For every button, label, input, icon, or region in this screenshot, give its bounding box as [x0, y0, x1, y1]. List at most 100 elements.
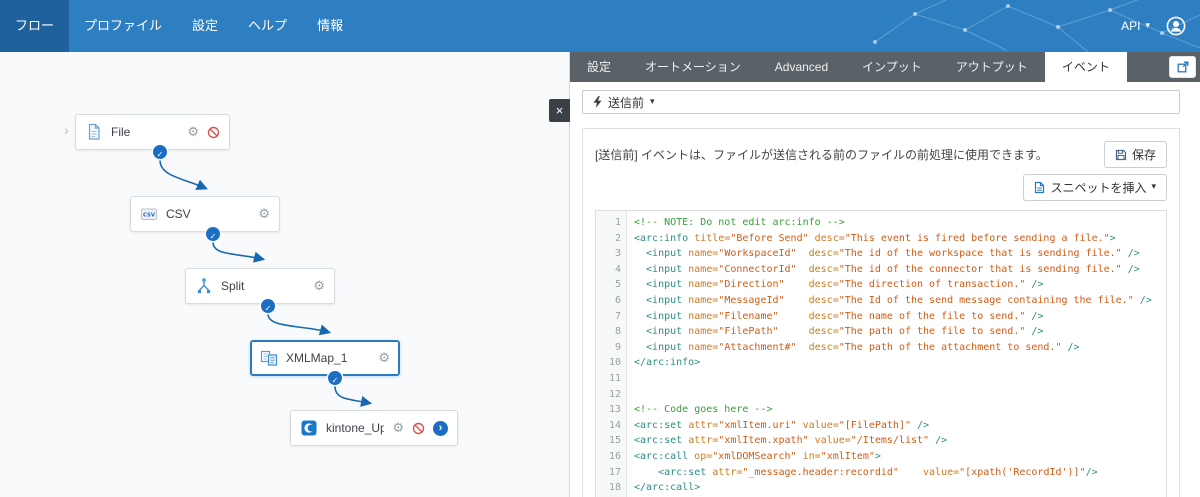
code-token: "WorkspaceId" — [718, 248, 796, 259]
code-token: <arc:set — [634, 420, 688, 431]
user-avatar-icon[interactable] — [1166, 16, 1186, 36]
node-csv[interactable]: CSV CSV ⚙ — [130, 196, 280, 232]
code-token: "The direction of transaction." — [839, 279, 1026, 290]
line-number: 12 — [596, 387, 626, 403]
disable-icon[interactable] — [412, 422, 425, 435]
check-icon: ✓ — [332, 376, 339, 385]
line-number: 2 — [596, 231, 626, 247]
code-token: <arc:set — [634, 435, 688, 446]
file-icon — [85, 123, 103, 141]
code-token: "/Items/list" — [851, 435, 929, 446]
code-line[interactable]: 14<arc:set attr="xmlItem.uri" value="[Fi… — [596, 418, 1166, 434]
gear-icon[interactable]: ⚙ — [313, 280, 325, 293]
code-line[interactable]: 12 — [596, 387, 1166, 403]
node-xmlmap[interactable]: XMLMap_1 ⚙ — [250, 340, 400, 376]
document-icon — [1034, 181, 1045, 194]
code-token: <arc:set — [634, 467, 712, 478]
code-token: <arc:call — [634, 451, 694, 462]
code-token: "MessageId" — [718, 295, 784, 306]
external-link-button[interactable] — [1169, 56, 1196, 78]
code-text: <input name="Direction" desc="The direct… — [626, 277, 1043, 293]
code-line[interactable]: 2<arc:info title="Before Send" desc="Thi… — [596, 231, 1166, 247]
code-token: "xmlItem.xpath" — [718, 435, 808, 446]
code-line[interactable]: 4 <input name="ConnectorId" desc="The id… — [596, 262, 1166, 278]
line-number: 11 — [596, 371, 626, 387]
node-file[interactable]: File ⚙ — [75, 114, 230, 150]
node-split[interactable]: Split ⚙ — [185, 268, 335, 304]
flow-canvas[interactable]: › File ⚙ — [0, 52, 570, 497]
code-line[interactable]: 15<arc:set attr="xmlItem.xpath" value="/… — [596, 433, 1166, 449]
close-icon: × — [556, 103, 564, 118]
code-line[interactable]: 5 <input name="Direction" desc="The dire… — [596, 277, 1166, 293]
snippet-button-label: スニペットを挿入 — [1050, 179, 1146, 196]
code-line[interactable]: 7 <input name="Filename" desc="The name … — [596, 309, 1166, 325]
disable-icon[interactable] — [207, 126, 220, 139]
nav-item-help[interactable]: ヘルプ — [233, 0, 302, 52]
code-token: <input — [634, 248, 688, 259]
api-dropdown[interactable]: API ▾ — [1121, 19, 1150, 33]
tab-automation[interactable]: オートメーション — [628, 52, 758, 82]
code-text — [626, 371, 634, 387]
node-kintone[interactable]: kintone_Uplo... ⚙ › — [290, 410, 458, 446]
event-selector[interactable]: 送信前 ▾ — [582, 90, 1180, 114]
gear-icon[interactable]: ⚙ — [258, 208, 270, 221]
code-editor[interactable]: 1<!-- NOTE: Do not edit arc:info -->2<ar… — [595, 210, 1167, 497]
code-line[interactable]: 13<!-- Code goes here --> — [596, 402, 1166, 418]
nav-item-flow[interactable]: フロー — [0, 0, 69, 52]
code-line[interactable]: 8 <input name="FilePath" desc="The path … — [596, 324, 1166, 340]
nav-item-profile[interactable]: プロファイル — [69, 0, 177, 52]
code-line[interactable]: 9 <input name="Attachment#" desc="The pa… — [596, 340, 1166, 356]
code-line[interactable]: 11 — [596, 371, 1166, 387]
gear-icon[interactable]: ⚙ — [378, 352, 390, 365]
save-button-label: 保存 — [1132, 146, 1156, 163]
nav-item-settings[interactable]: 設定 — [177, 0, 233, 52]
code-text: </arc:call> — [626, 480, 700, 496]
code-line[interactable]: 18</arc:call> — [596, 480, 1166, 496]
gear-icon[interactable]: ⚙ — [392, 422, 404, 435]
code-text: <input name="WorkspaceId" desc="The id o… — [626, 246, 1140, 262]
code-token: /> — [1086, 467, 1098, 478]
code-token: "The id of the workspace that is sending… — [839, 248, 1122, 259]
tab-input[interactable]: インプット — [845, 52, 939, 82]
app-container: フロープロファイル設定ヘルプ情報 API ▾ — [0, 0, 1200, 497]
code-line[interactable]: 6 <input name="MessageId" desc="The Id o… — [596, 293, 1166, 309]
code-text: <arc:info title="Before Send" desc="This… — [626, 231, 1116, 247]
code-token: "This event is fired before sending a fi… — [845, 233, 1110, 244]
node-label: File — [111, 125, 179, 139]
code-token: "The name of the file to send." — [839, 311, 1026, 322]
code-line[interactable]: 17 <arc:set attr="_message.header:record… — [596, 465, 1166, 481]
line-number: 4 — [596, 262, 626, 278]
code-token: "Before Send" — [730, 233, 808, 244]
tab-settings[interactable]: 設定 — [570, 52, 628, 82]
code-line[interactable]: 1<!-- NOTE: Do not edit arc:info --> — [596, 215, 1166, 231]
code-line[interactable]: 16<arc:call op="xmlDOMSearch" in="xmlIte… — [596, 449, 1166, 465]
save-button[interactable]: 保存 — [1104, 141, 1167, 168]
code-line[interactable]: 3 <input name="WorkspaceId" desc="The id… — [596, 246, 1166, 262]
code-token: in= — [797, 451, 821, 462]
code-token: "xmlDOMSearch" — [712, 451, 796, 462]
close-panel-button[interactable]: × — [549, 99, 570, 122]
code-token: "_message.header:recordid" — [742, 467, 899, 478]
line-number: 8 — [596, 324, 626, 340]
code-token: <!-- NOTE: Do not edit arc:info --> — [634, 217, 845, 228]
code-token: desc= — [797, 248, 839, 259]
line-number: 6 — [596, 293, 626, 309]
code-token: <arc:info — [634, 233, 694, 244]
code-token: "[xpath('RecordId')]" — [959, 467, 1085, 478]
code-line[interactable]: 10</arc:info> — [596, 355, 1166, 371]
code-token: title= — [694, 233, 730, 244]
code-token: name= — [688, 248, 718, 259]
tab-events[interactable]: イベント — [1045, 52, 1127, 82]
run-icon[interactable]: › — [433, 421, 448, 436]
snippet-button[interactable]: スニペットを挿入 ▾ — [1023, 174, 1167, 201]
code-token: /> — [1025, 326, 1043, 337]
nav-item-info[interactable]: 情報 — [302, 0, 358, 52]
check-icon: ✓ — [210, 232, 217, 241]
node-label: Split — [221, 279, 305, 293]
tab-advanced[interactable]: Advanced — [758, 52, 845, 82]
tab-output[interactable]: アウトプット — [939, 52, 1045, 82]
code-token: "Attachment#" — [718, 342, 796, 353]
main-area: › File ⚙ — [0, 52, 1200, 497]
gear-icon[interactable]: ⚙ — [187, 126, 199, 139]
connection-split-xmlmap — [268, 314, 328, 332]
